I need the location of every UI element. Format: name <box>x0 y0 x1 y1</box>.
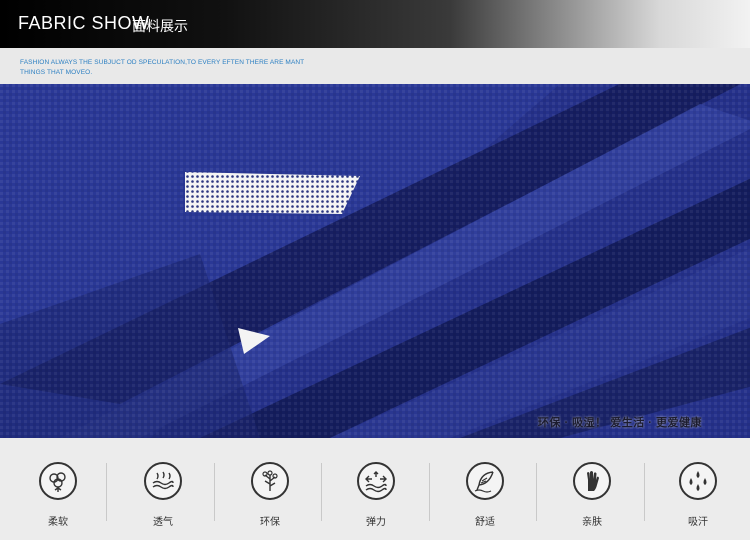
feature-label: 环保 <box>260 517 280 528</box>
divider <box>214 463 215 521</box>
divider <box>644 463 645 521</box>
feature-label: 亲肤 <box>582 517 602 528</box>
header-subtitle: 面料展示 <box>132 18 188 34</box>
feature-label: 柔软 <box>48 517 68 528</box>
header-title: FABRIC SHOW <box>18 13 150 33</box>
divider <box>536 463 537 521</box>
feature-breathable: 透气 <box>133 462 193 528</box>
feature-comfort: 舒适 <box>455 462 515 528</box>
tree-icon <box>262 470 278 491</box>
feature-sweat-absorbing: 吸汗 <box>668 462 728 528</box>
feature-label: 透气 <box>153 517 173 528</box>
fabric-caption: 环保 · 吸湿！ 爱生活 · 更爱健康 <box>537 417 702 429</box>
feather-icon <box>474 471 494 493</box>
reflective-patch <box>185 172 360 214</box>
cotton-icon <box>49 472 66 492</box>
divider <box>321 463 322 521</box>
divider <box>429 463 430 521</box>
elastic-icon <box>365 471 387 493</box>
breathable-icon <box>152 471 174 490</box>
features-bar: 柔软 透气 环保 弹力 舒适 亲肤 吸汗 <box>0 438 750 540</box>
feature-elastic: 弹力 <box>346 462 406 528</box>
fabric-illustration <box>0 84 750 438</box>
feature-label: 弹力 <box>366 517 386 528</box>
hand-icon <box>587 471 599 491</box>
header-bar: FABRIC SHOW 面料展示 <box>0 0 750 48</box>
feature-soft: 柔软 <box>28 462 88 528</box>
divider <box>106 463 107 521</box>
tagline: FASHION ALWAYS THE SUBJUCT OD SPECULATIO… <box>20 59 305 76</box>
feature-skin-friendly: 亲肤 <box>562 462 622 528</box>
feature-eco: 环保 <box>240 462 300 528</box>
sweat-drops-icon <box>689 471 707 491</box>
feature-label: 吸汗 <box>688 517 708 528</box>
fabric-photo: 环保 · 吸湿！ 爱生活 · 更爱健康 <box>0 84 750 438</box>
feature-label: 舒适 <box>475 517 495 528</box>
